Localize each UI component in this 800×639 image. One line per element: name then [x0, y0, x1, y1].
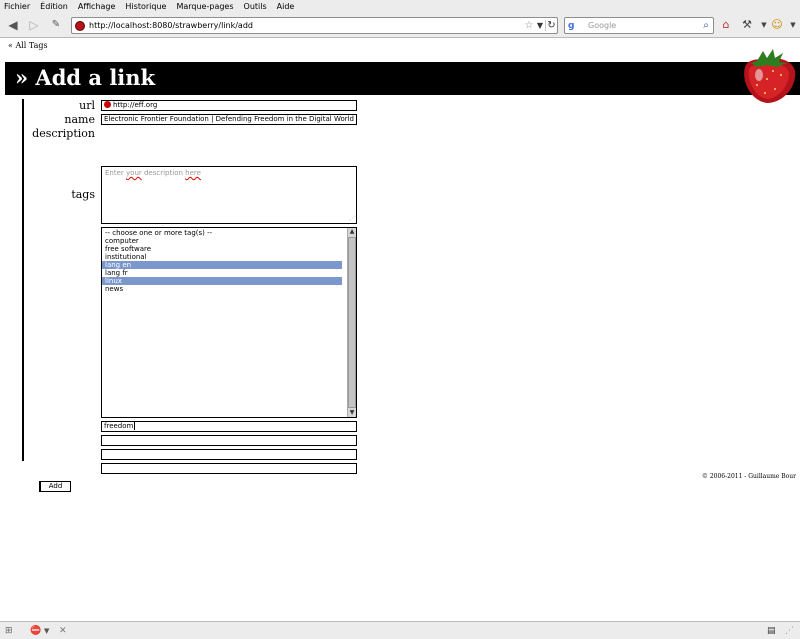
add-link-form: url http://eff.org name Electronic Front…: [22, 99, 362, 492]
menu-bar: Fichier Édition Affichage Historique Mar…: [0, 0, 800, 13]
menu-marque-pages[interactable]: Marque-pages: [176, 2, 233, 11]
copyright-text: © 2006-2011 - Guillaume Bour: [701, 473, 796, 480]
new-tag-input-1[interactable]: freedom: [101, 421, 357, 432]
resize-grip-icon[interactable]: ⋰: [349, 215, 355, 222]
resize-corner-icon[interactable]: ⋰: [785, 625, 794, 637]
new-tag-input-4[interactable]: [101, 463, 357, 474]
strawberry-logo-icon: [744, 49, 796, 103]
monkey-addon-icon[interactable]: ☺: [770, 18, 784, 32]
tags-scrollbar[interactable]: ▲ ▼: [347, 228, 356, 417]
search-input[interactable]: Google: [580, 21, 699, 30]
url-text[interactable]: http://localhost:8080/strawberry/link/ad…: [89, 21, 523, 30]
url-bar[interactable]: http://localhost:8080/strawberry/link/ad…: [71, 17, 558, 34]
description-placeholder-pre: Enter: [105, 169, 127, 177]
status-bar: ⊞ ⛔ ▼ ✕ ▤ ⋰: [0, 621, 800, 639]
search-bar[interactable]: g Google ⌕: [564, 17, 714, 34]
navigation-toolbar: ◀ ▷ ✎ http://localhost:8080/strawberry/l…: [0, 13, 800, 38]
url-input[interactable]: http://eff.org: [101, 100, 357, 111]
tag-option[interactable]: lang fr: [102, 269, 342, 277]
new-tag-input-2[interactable]: [101, 435, 357, 446]
search-magnifier-icon[interactable]: ⌕: [699, 20, 713, 31]
addon-dropdown-icon[interactable]: ▼: [786, 18, 800, 32]
adblock-dropdown-icon[interactable]: ▼: [44, 625, 49, 637]
tag-option[interactable]: -- choose one or more tag(s) --: [102, 229, 342, 237]
description-label: description: [32, 127, 95, 140]
url-field-icon: [104, 101, 111, 108]
menu-dropdown-icon[interactable]: ▼: [757, 18, 771, 32]
scroll-up-icon[interactable]: ▲: [348, 228, 356, 236]
forward-arrow-icon[interactable]: ▷: [27, 18, 41, 32]
menu-outils[interactable]: Outils: [244, 2, 267, 11]
menu-aide[interactable]: Aide: [277, 2, 295, 11]
site-favicon-icon: [75, 20, 85, 31]
tags-multiselect[interactable]: -- choose one or more tag(s) -- computer…: [101, 227, 357, 418]
new-tag-input-3[interactable]: [101, 449, 357, 460]
back-arrow-icon[interactable]: ◀: [6, 18, 20, 32]
tag-option[interactable]: lang en: [102, 261, 342, 269]
tag-option[interactable]: linux: [102, 277, 342, 285]
menu-fichier[interactable]: Fichier: [4, 2, 30, 11]
home-icon[interactable]: ⌂: [719, 18, 733, 32]
tag-option[interactable]: computer: [102, 237, 342, 245]
name-input[interactable]: Electronic Frontier Foundation | Defendi…: [101, 114, 357, 125]
url-history-dropdown-icon[interactable]: ▼: [535, 21, 545, 30]
close-icon[interactable]: ✕: [59, 625, 67, 637]
tags-label: tags: [71, 188, 95, 201]
url-label: url: [79, 99, 95, 112]
new-tag-1-value: freedom: [104, 422, 134, 430]
menu-affichage[interactable]: Affichage: [78, 2, 116, 11]
tag-option[interactable]: free software: [102, 245, 342, 253]
scroll-down-icon[interactable]: ▼: [348, 409, 356, 417]
google-logo-icon[interactable]: g: [568, 21, 580, 31]
page-content: « All Tags » Add a link url http://eff.o…: [0, 39, 800, 621]
page-title: » Add a link: [15, 65, 156, 90]
feed-icon[interactable]: ▤: [767, 625, 776, 637]
description-placeholder-word1: your: [126, 169, 142, 177]
bookmark-star-icon[interactable]: ☆: [523, 20, 535, 31]
adblock-icon[interactable]: ⛔: [30, 625, 41, 637]
text-caret: [134, 422, 136, 430]
menu-edition[interactable]: Édition: [40, 2, 68, 11]
all-tags-link[interactable]: « All Tags: [8, 41, 48, 50]
name-label: name: [64, 113, 95, 126]
description-placeholder-mid: description: [141, 169, 186, 177]
page-info-icon[interactable]: ⊞: [5, 625, 13, 637]
title-bar: » Add a link: [5, 62, 800, 95]
wrench-icon[interactable]: ⚒: [740, 18, 754, 32]
url-value: http://eff.org: [113, 101, 158, 109]
tag-option[interactable]: news: [102, 285, 342, 293]
add-button[interactable]: Add: [39, 481, 71, 492]
description-textarea[interactable]: Enter your description here ⋰: [101, 166, 357, 224]
menu-historique[interactable]: Historique: [125, 2, 166, 11]
reload-icon[interactable]: ↻: [545, 20, 557, 31]
scroll-thumb[interactable]: [348, 237, 356, 408]
description-placeholder-word2: here: [185, 169, 201, 177]
tag-option[interactable]: institutional: [102, 253, 342, 261]
tags-options: -- choose one or more tag(s) -- computer…: [102, 228, 356, 293]
tools-icon[interactable]: ✎: [49, 18, 63, 32]
